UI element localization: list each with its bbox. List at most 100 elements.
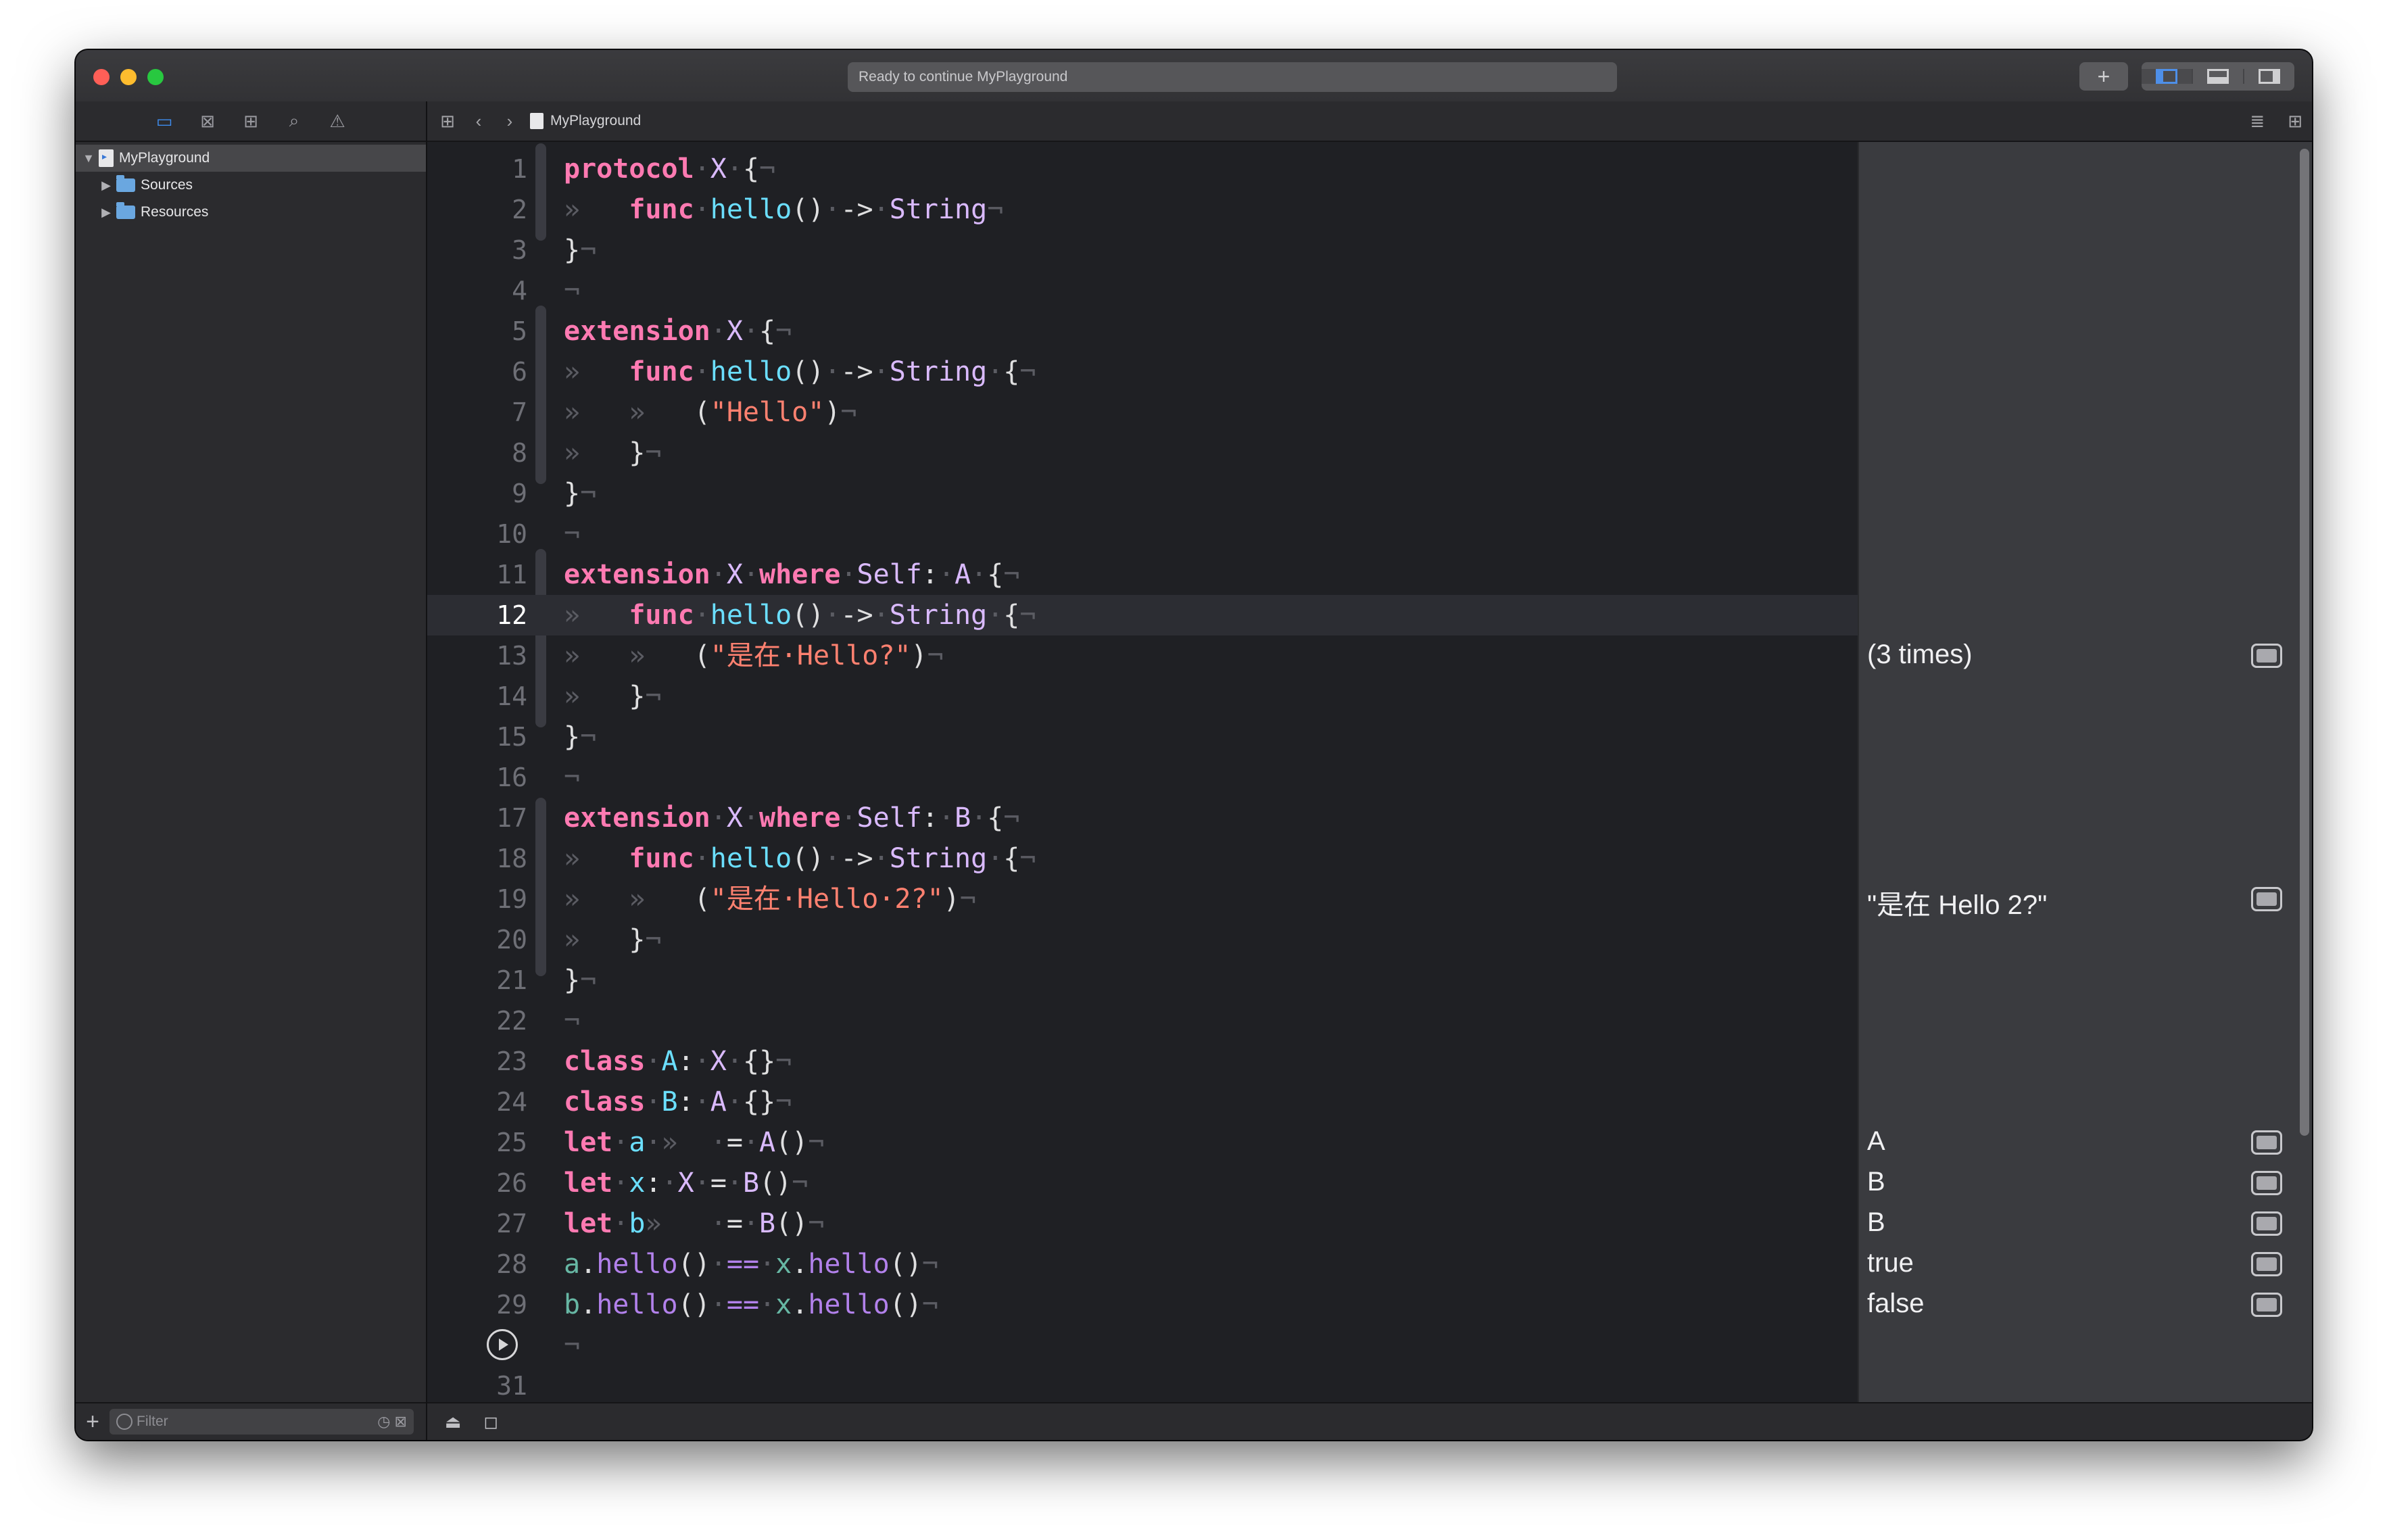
line-number[interactable]: 19 [427, 879, 527, 919]
code-line[interactable]: 10 ¬ [427, 514, 1858, 554]
search-icon[interactable]: ⌕ [284, 110, 304, 132]
source-editor[interactable]: 1 protocol·X·{¬ 2» func·hello()·->·String¬… [427, 142, 1858, 1402]
line-number[interactable]: 25 [427, 1122, 527, 1163]
code-line[interactable]: 6» func·hello()·->·String·{¬ [427, 352, 1858, 392]
code-line[interactable]: 11 extension·X·where·Self:·A·{¬ [427, 554, 1858, 595]
code-line[interactable]: 12» func·hello()·->·String·{¬ [427, 595, 1858, 635]
line-number[interactable]: 18 [427, 838, 527, 879]
code-line[interactable]: 18» func·hello()·->·String·{¬ [427, 838, 1858, 879]
editor-options-icon[interactable]: ≣ [2250, 111, 2265, 132]
breadcrumb-file[interactable]: MyPlayground [550, 113, 641, 129]
tree-item-myplayground[interactable]: ▼ MyPlayground [76, 145, 426, 172]
line-number[interactable]: 29 [427, 1284, 527, 1325]
show-result-icon[interactable] [2251, 1130, 2282, 1155]
code-line[interactable]: 24 class·B:·A·{}¬ [427, 1082, 1858, 1122]
code-line[interactable]: 1 protocol·X·{¬ [427, 149, 1858, 189]
tree-item-resources[interactable]: ▶ Resources [76, 199, 426, 226]
add-editor-icon[interactable]: ⊞ [2288, 111, 2302, 132]
code-line[interactable]: 3}¬ [427, 230, 1858, 270]
line-number[interactable]: 26 [427, 1163, 527, 1203]
code-line[interactable]: 14 » }¬ [427, 676, 1858, 717]
line-number[interactable]: 9 [427, 473, 527, 514]
show-result-icon[interactable] [2251, 1252, 2282, 1276]
line-number[interactable]: 16 [427, 757, 527, 798]
folder-icon[interactable]: ▭ [154, 111, 174, 132]
line-number[interactable]: 31 [427, 1366, 527, 1402]
line-number[interactable]: 4 [427, 270, 527, 311]
warning-icon[interactable]: ⚠ [327, 111, 347, 132]
code-line[interactable]: 8 » }¬ [427, 433, 1858, 473]
line-number[interactable]: 22 [427, 1001, 527, 1041]
code-line[interactable]: 31 [427, 1366, 1858, 1402]
close-window-button[interactable] [93, 69, 110, 85]
disclosure-right-icon[interactable]: ▶ [99, 206, 114, 220]
code-line[interactable]: 17 extension·X·where·Self:·B·{¬ [427, 798, 1858, 838]
code-line[interactable]: 16 ¬ [427, 757, 1858, 798]
line-number[interactable]: 28 [427, 1244, 527, 1284]
line-number[interactable]: 14 [427, 676, 527, 717]
code-line[interactable]: 19 » » ("是在·Hello·2?")¬ [427, 879, 1858, 919]
disclosure-right-icon[interactable]: ▶ [99, 178, 114, 193]
toggle-navigator-button[interactable] [2142, 69, 2192, 84]
code-line[interactable]: ¬ [427, 1325, 1858, 1366]
back-chevron-icon[interactable]: ‹ [468, 111, 489, 132]
zoom-window-button[interactable] [147, 69, 164, 85]
forward-chevron-icon[interactable]: › [499, 111, 521, 132]
code-line[interactable]: 5 extension·X·{¬ [427, 311, 1858, 352]
show-debug-area-icon[interactable]: ⏏ [441, 1412, 465, 1433]
line-number[interactable]: 27 [427, 1203, 527, 1244]
show-result-icon[interactable] [2251, 1211, 2282, 1236]
code-line[interactable]: 7 » » ("Hello")¬ [427, 392, 1858, 433]
vertical-scrollbar[interactable] [2300, 149, 2309, 1136]
code-line[interactable]: 23 class·A:·X·{}¬ [427, 1041, 1858, 1082]
source-control-icon[interactable]: ⊠ [197, 111, 218, 132]
tree-item-sources[interactable]: ▶ Sources [76, 172, 426, 199]
code-line[interactable]: 15}¬ [427, 717, 1858, 757]
code-line[interactable]: 27 let·b» ·=·B()¬ [427, 1203, 1858, 1244]
show-result-icon[interactable] [2251, 1171, 2282, 1195]
line-number[interactable]: 8 [427, 433, 527, 473]
line-number[interactable]: 20 [427, 919, 527, 960]
code-line[interactable]: 4 ¬ [427, 270, 1858, 311]
code-line[interactable]: 2» func·hello()·->·String¬ [427, 189, 1858, 230]
show-result-icon[interactable] [2251, 644, 2282, 668]
line-number[interactable]: 11 [427, 554, 527, 595]
line-number[interactable]: 3 [427, 230, 527, 270]
filter-input[interactable]: Filter ◷ ⊠ [110, 1409, 414, 1435]
code-line[interactable]: 21}¬ [427, 960, 1858, 1001]
line-number[interactable]: 12 [427, 595, 527, 635]
line-number[interactable]: 2 [427, 189, 527, 230]
code-line[interactable]: 29 b.hello()·==·x.hello()¬ [427, 1284, 1858, 1325]
line-number[interactable]: 6 [427, 352, 527, 392]
line-number[interactable]: 10 [427, 514, 527, 554]
code-line[interactable]: 22 ¬ [427, 1001, 1858, 1041]
code-line[interactable]: 9}¬ [427, 473, 1858, 514]
line-number[interactable]: 1 [427, 149, 527, 189]
code-line[interactable]: 28 a.hello()·==·x.hello()¬ [427, 1244, 1858, 1284]
code-line[interactable]: 26 let·x:·X·=·B()¬ [427, 1163, 1858, 1203]
disclosure-down-icon[interactable]: ▼ [81, 151, 96, 166]
code-line[interactable]: 25 let·a·» ·=·A()¬ [427, 1122, 1858, 1163]
recent-files-icon[interactable]: ◷ ⊠ [377, 1413, 407, 1430]
line-number[interactable]: 13 [427, 635, 527, 676]
toggle-debug-area-button[interactable] [2192, 69, 2243, 84]
code-line[interactable]: 13 » » ("是在·Hello?")¬ [427, 635, 1858, 676]
line-number[interactable]: 23 [427, 1041, 527, 1082]
line-number[interactable]: 5 [427, 311, 527, 352]
toggle-inspector-button[interactable] [2243, 69, 2294, 84]
line-number[interactable]: 7 [427, 392, 527, 433]
stop-icon[interactable]: ◻ [479, 1412, 503, 1433]
related-items-icon[interactable]: ⊞ [437, 111, 458, 132]
show-result-icon[interactable] [2251, 1293, 2282, 1317]
add-file-button[interactable]: + [76, 1409, 110, 1435]
line-number[interactable]: 15 [427, 717, 527, 757]
show-result-icon[interactable] [2251, 887, 2282, 911]
hierarchy-icon[interactable]: ⊞ [241, 111, 261, 132]
minimize-window-button[interactable] [120, 69, 137, 85]
run-playground-button[interactable] [487, 1329, 518, 1360]
line-number[interactable]: 21 [427, 960, 527, 1001]
code-line[interactable]: 20 » }¬ [427, 919, 1858, 960]
library-add-button[interactable]: + [2079, 62, 2128, 91]
line-number[interactable]: 24 [427, 1082, 527, 1122]
line-number[interactable]: 17 [427, 798, 527, 838]
